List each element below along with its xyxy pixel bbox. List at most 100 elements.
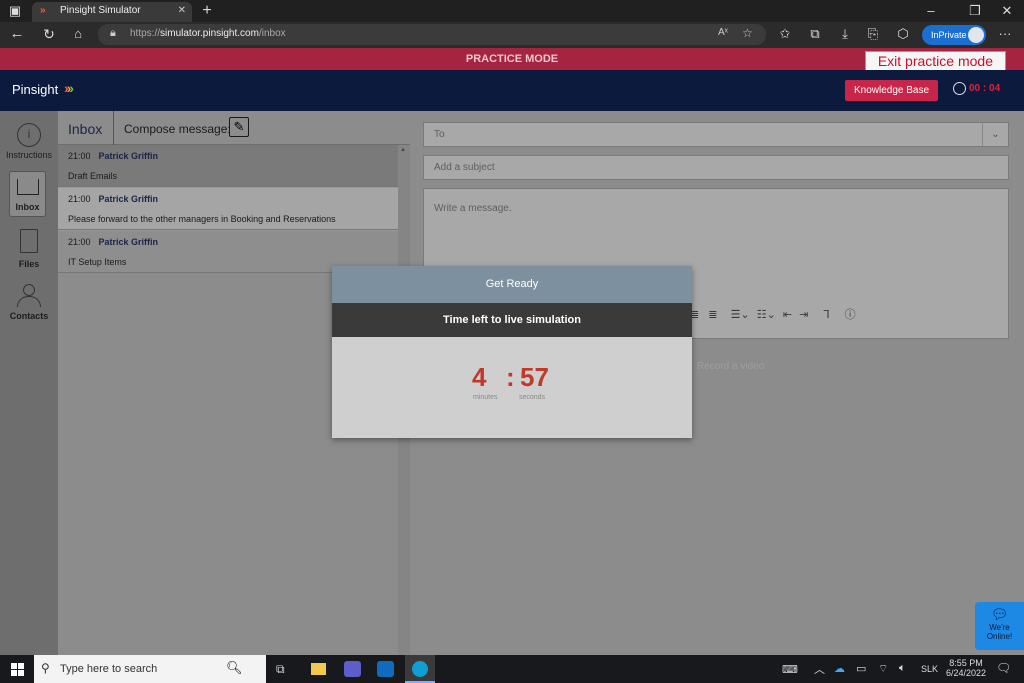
extensions-icon[interactable]: ⬡ bbox=[892, 23, 914, 45]
show-hidden-icon[interactable]: ︿ bbox=[814, 661, 825, 677]
chat-label-line1: We're bbox=[989, 623, 1010, 632]
chevron-down-icon[interactable]: ⌄ bbox=[982, 123, 1008, 146]
keyboard-icon[interactable]: ⌨︎ bbox=[782, 663, 798, 676]
header-timer: 00 : 04 bbox=[969, 83, 1001, 94]
outdent-icon[interactable]: ⇤ bbox=[783, 309, 792, 321]
start-tile bbox=[18, 663, 24, 669]
to-placeholder: To bbox=[434, 129, 445, 140]
taskbar-clock[interactable]: 8:55 PM 6/24/2022 bbox=[946, 658, 986, 678]
compose-label: Compose message: bbox=[124, 122, 231, 136]
chevron-down-icon[interactable]: ⌄ bbox=[740, 309, 749, 321]
compose-pencil-icon[interactable]: ✎ bbox=[229, 117, 249, 137]
align-justify-full-icon[interactable]: ≣ bbox=[708, 309, 717, 321]
tab-title: Pinsight Simulator bbox=[60, 5, 141, 16]
to-field[interactable]: To ⌄ bbox=[423, 122, 1009, 147]
pinsight-favicon-icon: » bbox=[40, 5, 46, 16]
indent-icon[interactable]: ⇥ bbox=[799, 309, 808, 321]
bullet-list-icon[interactable]: ☰ bbox=[731, 309, 741, 321]
inprivate-badge[interactable]: InPrivate bbox=[922, 25, 986, 45]
more-icon[interactable]: ··· bbox=[994, 23, 1016, 45]
language-indicator[interactable]: SLK bbox=[921, 664, 938, 674]
info-icon: i bbox=[17, 123, 41, 147]
teams-icon[interactable] bbox=[344, 661, 361, 677]
edge-icon bbox=[412, 661, 428, 677]
list-item[interactable]: 21:00 Patrick Griffin Please forward to t… bbox=[58, 188, 398, 230]
clear-format-icon[interactable]: Ꞁ bbox=[823, 309, 829, 321]
sidebar-item-instructions[interactable]: i Instructions bbox=[4, 123, 54, 160]
scroll-up-icon[interactable]: ▲ bbox=[400, 147, 406, 153]
close-tab-icon[interactable]: ✕ bbox=[178, 2, 186, 20]
sidebar-item-label: Files bbox=[18, 259, 40, 269]
wifi-icon[interactable]: ⌔ bbox=[878, 662, 888, 676]
minimize-icon[interactable]: – bbox=[920, 0, 942, 22]
message-time: 21:00 bbox=[68, 151, 91, 161]
sidebar-item-contacts[interactable]: Contacts bbox=[4, 284, 54, 321]
back-icon[interactable]: ← bbox=[6, 23, 28, 45]
record-video-button[interactable]: Record a video bbox=[690, 355, 772, 377]
taskbar-search[interactable]: ⚲ Type here to search 🔍︎ bbox=[34, 655, 266, 683]
get-ready-dialog: Get Ready Time left to live simulation 4… bbox=[332, 266, 692, 438]
message-subject: Draft Emails bbox=[68, 171, 118, 181]
message-sender: Patrick Griffin bbox=[98, 151, 159, 161]
new-tab-icon[interactable]: + bbox=[196, 0, 218, 22]
collections-icon[interactable]: ⧉ bbox=[804, 23, 826, 45]
url-field[interactable]: 🔒︎ https://simulator.pinsight.com/inbox … bbox=[98, 24, 766, 45]
countdown-minutes: 4 bbox=[472, 362, 487, 392]
dialog-subheader: Time left to live simulation bbox=[332, 303, 692, 337]
favorites-icon[interactable]: ✩ bbox=[774, 23, 796, 45]
chat-widget[interactable]: 💬︎ We're Online! bbox=[975, 602, 1024, 650]
clock-time: 8:55 PM bbox=[949, 658, 983, 668]
chat-bubble-icon: 💬︎ bbox=[990, 606, 1009, 622]
countdown: 4 : 57 bbox=[472, 362, 562, 396]
start-tile bbox=[18, 670, 24, 676]
sidebar-item-label: Inbox bbox=[15, 202, 40, 212]
notifications-icon[interactable]: 🗨︎ bbox=[996, 661, 1011, 675]
task-view-icon[interactable]: ⧉ bbox=[276, 662, 285, 677]
browser-tab[interactable]: » Pinsight Simulator ✕ bbox=[32, 2, 192, 22]
tab-actions-icon[interactable]: ▣ bbox=[4, 0, 26, 22]
inbox-title: Inbox bbox=[68, 121, 103, 137]
file-explorer-icon[interactable] bbox=[311, 663, 326, 675]
file-icon bbox=[20, 229, 38, 253]
outlook-icon[interactable] bbox=[377, 661, 394, 677]
contact-body-icon bbox=[17, 296, 41, 307]
chat-label-line2: Online! bbox=[986, 632, 1013, 641]
message-subject: Please forward to the other managers in … bbox=[68, 214, 336, 224]
url-text: https://simulator.pinsight.com/inbox bbox=[130, 28, 286, 39]
message-sender: Patrick Griffin bbox=[98, 194, 159, 204]
chevron-down-icon[interactable]: ⌄ bbox=[767, 309, 776, 321]
add-favorite-icon[interactable]: ☆ bbox=[742, 26, 753, 40]
search-highlight-icon: 🔍︎ bbox=[226, 660, 243, 675]
onedrive-icon[interactable]: ☁︎ bbox=[834, 662, 845, 675]
network-device-icon[interactable]: ▭ bbox=[856, 662, 866, 675]
taskbar: ⚲ Type here to search 🔍︎ ⧉ ⌨︎ ︿ ☁︎ ▭ ⌔ 🔈… bbox=[0, 655, 1024, 683]
avatar bbox=[968, 27, 984, 43]
exit-practice-button[interactable]: Exit practice mode bbox=[864, 51, 1006, 71]
message-sender: Patrick Griffin bbox=[98, 237, 159, 247]
logo-chevrons-icon: ››› bbox=[64, 80, 74, 96]
home-icon[interactable]: ⌂ bbox=[67, 23, 89, 45]
close-window-icon[interactable]: ✕ bbox=[996, 0, 1018, 22]
url-scheme: https:// bbox=[130, 28, 161, 39]
contact-head-icon bbox=[23, 284, 35, 296]
knowledge-base-button[interactable]: Knowledge Base bbox=[845, 80, 938, 101]
volume-icon[interactable]: 🔈︎ bbox=[899, 662, 906, 675]
read-aloud-icon[interactable]: Aˣ bbox=[718, 27, 728, 38]
search-icon: ⚲ bbox=[41, 661, 50, 675]
header-divider bbox=[113, 111, 114, 145]
start-tile bbox=[11, 670, 17, 676]
refresh-icon[interactable]: ↻ bbox=[38, 23, 60, 45]
sidebar-item-inbox[interactable]: Inbox bbox=[9, 171, 46, 217]
message-list: 21:00 Patrick Griffin Draft Emails 21:00 P… bbox=[58, 145, 398, 273]
countdown-seconds: 57 bbox=[520, 362, 549, 392]
list-item[interactable]: 21:00 Patrick Griffin Draft Emails bbox=[58, 145, 398, 187]
edge-taskbar-item[interactable] bbox=[405, 655, 435, 683]
numbered-list-icon[interactable]: ☷ bbox=[757, 309, 767, 321]
windows-start-icon[interactable] bbox=[11, 663, 24, 676]
downloads-icon[interactable]: ⤓ bbox=[834, 23, 856, 45]
restore-icon[interactable]: ❐ bbox=[964, 0, 986, 22]
sidebar-item-files[interactable]: Files bbox=[4, 229, 54, 269]
subject-input[interactable]: Add a subject bbox=[423, 155, 1009, 180]
help-icon[interactable]: ⓘ bbox=[845, 309, 856, 321]
share-icon[interactable]: ⎘ bbox=[862, 23, 884, 45]
